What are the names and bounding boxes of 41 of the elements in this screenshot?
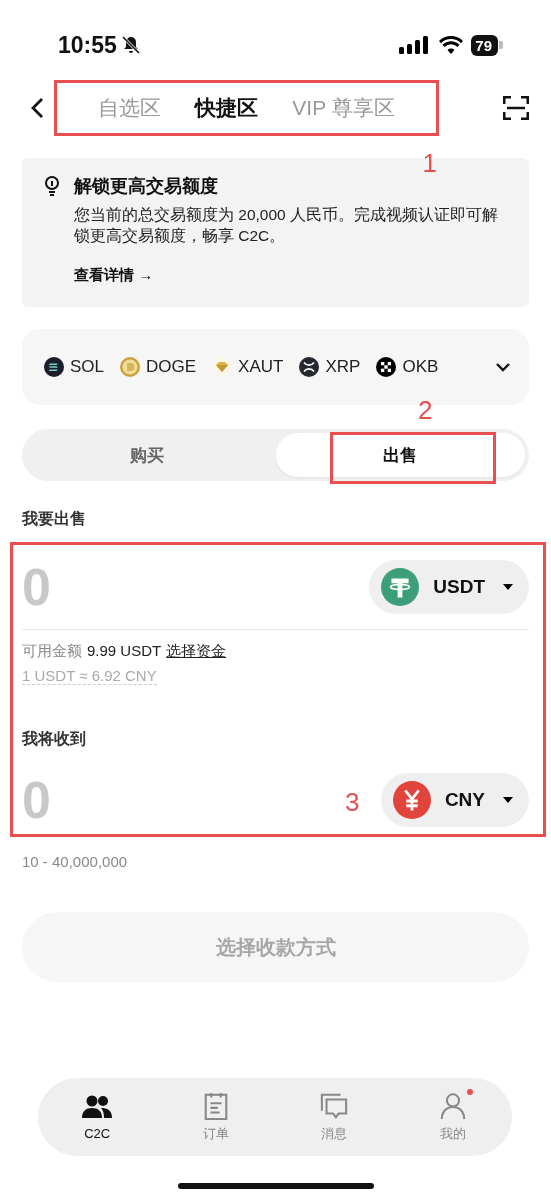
coin-chip[interactable]: XRP [299, 357, 361, 377]
coin-icon [44, 357, 64, 377]
select-funds-link[interactable]: 选择资金 [166, 642, 227, 661]
coin-chip[interactable]: DOGE [120, 357, 197, 377]
scan-icon[interactable] [503, 96, 529, 120]
trade-tab[interactable]: 出售 [275, 433, 525, 477]
zone-tab[interactable]: 快捷区 [195, 94, 259, 122]
sell-label: 我要出售 [22, 509, 87, 529]
battery-level: 79 [471, 34, 498, 56]
notice-text: 您当前的总交易额度为 20,000 人民币。完成视频认证即可解锁更高交易额度，畅享 C2C。 [74, 205, 500, 246]
caret-icon [503, 797, 513, 803]
details-link[interactable]: 查看详情 → [74, 266, 154, 285]
tether-icon [381, 568, 420, 606]
chevron-down-icon[interactable] [495, 362, 511, 372]
receive-label: 我将收到 [22, 729, 87, 749]
people-icon [82, 1093, 113, 1121]
status-time: 10:55 [58, 31, 117, 59]
coin-icon [376, 357, 397, 377]
coin-icon [299, 357, 320, 377]
chat-icon [319, 1091, 350, 1120]
coin-chip[interactable]: OKB [376, 357, 439, 377]
caret-icon [503, 584, 513, 590]
bell-slash-icon [120, 35, 141, 55]
currency-selector[interactable]: USDT [369, 560, 529, 614]
exchange-rate: 1 USDT ≈ 6.92 CNY [22, 667, 157, 685]
lightbulb-icon [44, 176, 60, 198]
trade-tab[interactable]: 购买 [22, 429, 272, 481]
coin-chip[interactable]: XAUT [212, 357, 284, 377]
wifi-icon [439, 36, 464, 54]
available-amount: 9.99 USDT [87, 642, 162, 659]
yuan-icon [392, 781, 431, 819]
annotation-number: 2 [418, 395, 433, 426]
notice-title: 解锁更高交易额度 [74, 175, 219, 198]
annotation-number: 3 [345, 787, 360, 818]
coin-icon [120, 357, 141, 377]
amount-range: 10 - 40,000,000 [22, 853, 129, 870]
annotation-number: 1 [422, 148, 437, 179]
coin-chip[interactable]: SOL [44, 357, 105, 377]
currency-selector[interactable]: CNY [380, 773, 529, 827]
nav-item[interactable]: C2C [57, 1093, 138, 1141]
available-label: 可用金额 [22, 642, 82, 661]
